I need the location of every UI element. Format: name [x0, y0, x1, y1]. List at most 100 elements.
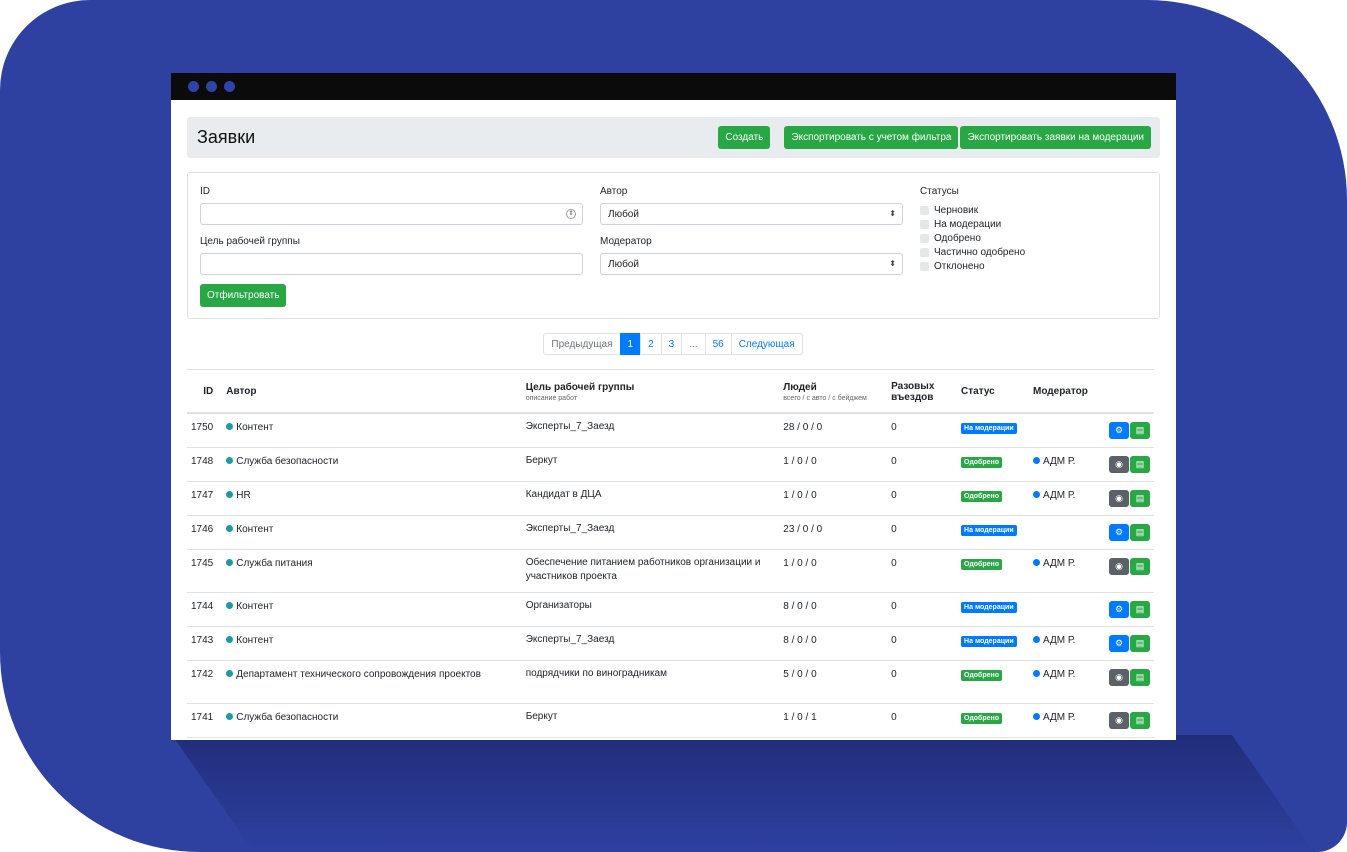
col-people[interactable]: Людей всего / с авто / с бейджем	[779, 369, 888, 414]
status-checkbox-rejected[interactable]: Отклонено	[920, 261, 985, 272]
export-moderation-button[interactable]: Экспортировать заявки на модерации	[960, 126, 1151, 149]
checkbox[interactable]	[920, 234, 929, 243]
pagination-page-2[interactable]: 2	[640, 333, 662, 355]
author-status-icon	[226, 602, 234, 610]
filter-panel: ID ⇕ Цель рабочей группы Автор Любой ⬍ М…	[187, 172, 1160, 319]
pagination: Предыдущая 1 2 3 ... 56 Следующая	[187, 333, 1160, 355]
table-row[interactable]: 1748 Служба безопасности Беркут 1 / 0 / 00О…	[187, 447, 1154, 482]
window-dot-icon	[188, 81, 199, 92]
moderator-icon	[1032, 636, 1040, 644]
col-people-title: Людей	[783, 381, 817, 393]
document-icon[interactable]: ▤	[1130, 523, 1150, 541]
author-select[interactable]: Любой ⬍	[600, 203, 903, 225]
pagination-page-56[interactable]: 56	[704, 333, 732, 355]
row-id: 1744	[187, 592, 223, 627]
row-id: 1745	[187, 549, 223, 593]
table-row[interactable]: 1750 Контент Эксперты_7_Заезд 28 / 0 / 0 0 На…	[187, 412, 1154, 448]
document-icon[interactable]: ▤	[1130, 668, 1150, 686]
gears-icon[interactable]: ⚙	[1109, 600, 1129, 618]
goal-input[interactable]	[200, 253, 583, 275]
eye-icon[interactable]: ◉	[1109, 557, 1129, 575]
row-moderator: АДМ Р.	[1028, 481, 1093, 516]
eye-icon[interactable]: ◉	[1109, 455, 1129, 473]
gears-icon[interactable]: ⚙	[1109, 634, 1129, 652]
document-icon[interactable]: ▤	[1130, 489, 1150, 507]
row-status: На модерации	[957, 626, 1029, 661]
row-id: 1748	[187, 447, 223, 482]
stepper-icon[interactable]: ⇕	[566, 209, 576, 219]
row-author: Контент	[222, 592, 522, 627]
row-single-entries: 0	[887, 592, 958, 627]
col-id[interactable]: ID	[187, 369, 223, 414]
filter-submit-button[interactable]: Отфильтровать	[200, 284, 287, 307]
table-row[interactable]: 1745 Служба питания Обеспечение питанием р…	[187, 549, 1154, 593]
pagination-next[interactable]: Следующая	[730, 333, 803, 355]
row-author: Контент	[222, 626, 522, 661]
status-checkbox-partial[interactable]: Частично одобрено	[920, 247, 1025, 258]
document-icon[interactable]: ▤	[1130, 421, 1150, 439]
row-single-entries: 0	[887, 412, 958, 448]
id-input[interactable]: ⇕	[200, 203, 583, 225]
row-moderator: АДМ Р.	[1028, 447, 1093, 482]
moderator-select[interactable]: Любой ⬍	[600, 253, 903, 275]
row-moderator: АДМ Р.	[1028, 549, 1093, 593]
table-row[interactable]: 1744 Контент Организаторы 8 / 0 / 0 0 На моде…	[187, 592, 1154, 627]
pagination-page-1[interactable]: 1	[619, 333, 642, 355]
row-moderator-name: АДМ Р.	[1042, 557, 1076, 569]
checkbox[interactable]	[920, 220, 929, 229]
moderator-icon	[1032, 457, 1040, 465]
row-people: 1 / 0 / 0	[779, 481, 888, 516]
gears-icon[interactable]: ⚙	[1109, 523, 1129, 541]
status-badge: На модерации	[961, 635, 1017, 647]
eye-icon[interactable]: ◉	[1109, 711, 1129, 729]
row-id: 1750	[187, 412, 223, 448]
row-people: 8 / 0 / 0	[779, 592, 888, 627]
table-row[interactable]: 1742 Департамент технического сопровожден…	[187, 660, 1154, 704]
table-row[interactable]: 1741 Служба безопасности Беркут 1 / 0 / 10О…	[187, 703, 1154, 738]
row-goal: подрядчики по виноградникам	[521, 660, 780, 704]
document-icon[interactable]: ▤	[1130, 455, 1150, 473]
col-single-entries[interactable]: Разовых въездов	[887, 369, 958, 414]
row-goal: Беркут	[521, 703, 780, 738]
col-author[interactable]: Автор	[222, 369, 522, 414]
eye-icon[interactable]: ◉	[1109, 489, 1129, 507]
col-goal[interactable]: Цель рабочей группы описание работ	[521, 369, 780, 414]
table-row[interactable]: 1746 Контент Эксперты_7_Заезд 23 / 0 / 0 0 На…	[187, 515, 1154, 550]
status-badge: Одобрено	[961, 558, 1003, 570]
status-checkbox-moderation[interactable]: На модерации	[920, 219, 1001, 230]
row-goal: Кандидат в ДЦА	[521, 481, 780, 516]
row-goal: Обеспечение питанием работников организа…	[521, 549, 780, 593]
col-status[interactable]: Статус	[957, 369, 1029, 414]
row-actions: ◉ ▤	[1092, 703, 1154, 738]
gears-icon[interactable]: ⚙	[1109, 421, 1129, 439]
status-checkbox-draft[interactable]: Черновик	[920, 205, 978, 216]
author-status-icon	[226, 457, 234, 465]
document-icon[interactable]: ▤	[1130, 711, 1150, 729]
table-row[interactable]: 1747 HR Кандидат в ДЦА 1 / 0 / 0 0 Одобрено АД…	[187, 481, 1154, 516]
pagination-page-3[interactable]: 3	[660, 333, 683, 355]
requests-table: ID Автор Цель рабочей группы описание ра…	[187, 369, 1154, 738]
author-status-icon	[226, 525, 234, 533]
document-icon[interactable]: ▤	[1130, 557, 1150, 575]
document-icon[interactable]: ▤	[1130, 634, 1150, 652]
checkbox[interactable]	[920, 248, 929, 257]
pagination-prev[interactable]: Предыдущая	[543, 333, 621, 355]
col-moderator[interactable]: Модератор	[1028, 369, 1093, 414]
export-filter-button[interactable]: Экспортировать с учетом фильтра	[784, 126, 959, 149]
moderator-label: Модератор	[600, 236, 652, 247]
checkbox[interactable]	[920, 206, 929, 215]
col-people-subtitle: всего / с авто / с бейджем	[783, 394, 867, 402]
create-button[interactable]: Создать	[718, 126, 771, 149]
row-author-name: Департамент технического сопровождения п…	[236, 668, 481, 680]
document-icon[interactable]: ▤	[1130, 600, 1150, 618]
window-dot-icon	[224, 81, 235, 92]
checkbox-label: На модерации	[934, 219, 1002, 230]
table-header-row: ID Автор Цель рабочей группы описание ра…	[187, 369, 1154, 414]
status-badge: Одобрено	[961, 456, 1003, 468]
checkbox[interactable]	[920, 262, 929, 271]
table-row[interactable]: 1743 Контент Эксперты_7_Заезд 8 / 0 / 0 0 На …	[187, 626, 1154, 661]
status-checkbox-approved[interactable]: Одобрено	[920, 233, 981, 244]
eye-icon[interactable]: ◉	[1109, 668, 1129, 686]
moderator-icon	[1032, 559, 1040, 567]
row-moderator: АДМ Р.	[1028, 626, 1093, 661]
